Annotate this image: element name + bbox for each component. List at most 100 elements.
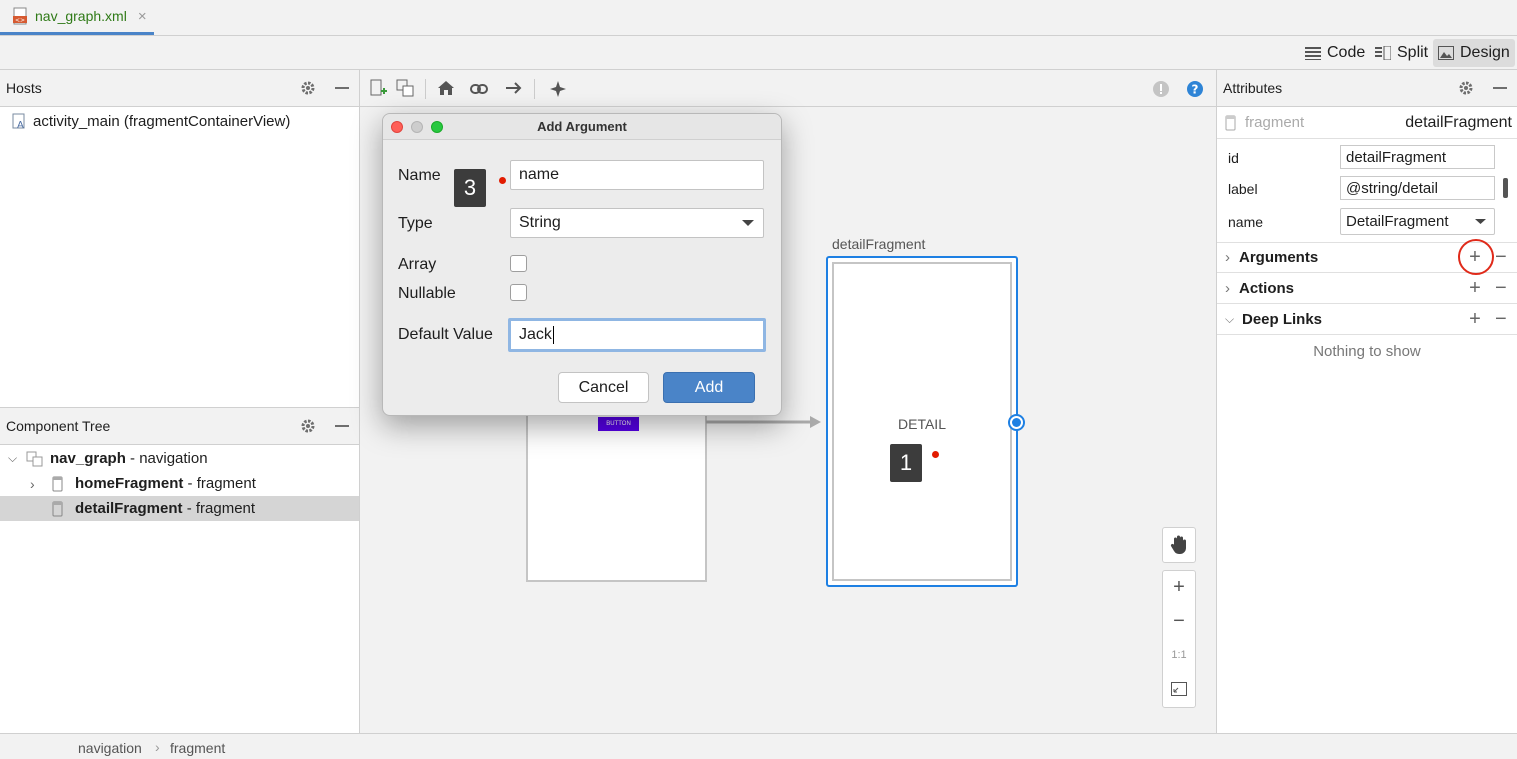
action-handle[interactable] bbox=[1008, 414, 1025, 431]
split-view-icon bbox=[1375, 46, 1391, 60]
chevron-right-icon: › bbox=[1225, 279, 1230, 297]
nullable-label: Nullable bbox=[398, 285, 456, 302]
gear-icon[interactable] bbox=[291, 80, 325, 96]
component-id: detailFragment bbox=[1405, 113, 1512, 131]
type-select[interactable]: String bbox=[510, 208, 764, 238]
toolbar-separator bbox=[534, 79, 535, 99]
chevron-down-icon bbox=[742, 220, 754, 226]
detail-fragment-title: detailFragment bbox=[832, 236, 926, 252]
code-view-icon bbox=[1305, 47, 1321, 60]
chevron-down-icon[interactable]: ⌵ bbox=[8, 451, 26, 466]
chevron-right-icon[interactable]: › bbox=[30, 476, 52, 492]
hosts-panel: Hosts A activity_main (fragmentContainer… bbox=[0, 70, 359, 407]
help-icon[interactable]: ? bbox=[1186, 80, 1204, 102]
warning-icon[interactable] bbox=[1152, 80, 1170, 102]
code-view-button[interactable]: Code bbox=[1300, 39, 1370, 67]
tree-node-name: nav_graph bbox=[50, 450, 126, 467]
auto-arrange-icon[interactable] bbox=[548, 79, 568, 103]
label-label: label bbox=[1228, 181, 1258, 197]
section-arguments[interactable]: › Arguments + − bbox=[1217, 239, 1517, 275]
design-view-label: Design bbox=[1460, 44, 1510, 61]
layout-file-icon: A bbox=[12, 113, 25, 130]
link-icon[interactable] bbox=[470, 82, 488, 99]
remove-argument-icon[interactable]: − bbox=[1495, 246, 1517, 269]
attributes-panel: Attributes fragment detailFragment id de… bbox=[1217, 70, 1517, 733]
add-button[interactable]: Add bbox=[663, 372, 755, 403]
breadcrumb-navigation[interactable]: navigation bbox=[78, 740, 142, 756]
name-input[interactable]: name bbox=[510, 160, 764, 190]
gear-icon[interactable] bbox=[291, 418, 325, 434]
arrow-right-icon[interactable] bbox=[505, 81, 523, 99]
id-label: id bbox=[1228, 150, 1239, 166]
design-view-button[interactable]: Design bbox=[1433, 39, 1515, 67]
tree-row-home-fragment[interactable]: › homeFragment - fragment bbox=[0, 471, 359, 496]
minimize-icon[interactable] bbox=[325, 87, 359, 89]
section-actions[interactable]: › Actions + − bbox=[1217, 273, 1517, 304]
attribute-sections: › Arguments + − › Actions + − ⌵ Deep Lin… bbox=[1217, 239, 1517, 360]
add-argument-dialog: Add Argument Name 3 name Type String Arr… bbox=[382, 113, 782, 416]
id-field[interactable]: detailFragment bbox=[1340, 145, 1495, 169]
default-value-label: Default Value bbox=[398, 326, 493, 343]
zoom-out-icon[interactable]: − bbox=[1163, 605, 1195, 637]
zoom-in-icon[interactable]: + bbox=[1163, 571, 1195, 603]
type-value: String bbox=[519, 214, 561, 231]
zoom-to-fit-icon[interactable] bbox=[1163, 673, 1195, 705]
close-tab-icon[interactable]: × bbox=[138, 8, 147, 25]
breadcrumb-separator-icon: › bbox=[155, 739, 160, 755]
pan-button[interactable] bbox=[1162, 527, 1196, 563]
hosts-header: Hosts bbox=[0, 70, 359, 107]
minimize-icon[interactable] bbox=[1483, 87, 1517, 89]
component-tree-header: Component Tree bbox=[0, 408, 359, 445]
host-item-label: activity_main (fragmentContainerView) bbox=[33, 113, 291, 130]
component-type: fragment bbox=[1245, 114, 1305, 131]
cancel-button[interactable]: Cancel bbox=[558, 372, 649, 403]
remove-action-icon[interactable]: − bbox=[1495, 277, 1517, 300]
chevron-right-icon: › bbox=[1225, 249, 1230, 266]
remove-deep-link-icon[interactable]: − bbox=[1495, 308, 1517, 331]
home-icon[interactable] bbox=[437, 80, 455, 100]
red-dot bbox=[499, 177, 506, 184]
fragment-icon bbox=[52, 476, 63, 491]
chevron-down-icon bbox=[1475, 219, 1486, 224]
nullable-checkbox[interactable] bbox=[510, 284, 527, 301]
name-label: Name bbox=[398, 167, 441, 184]
detail-fragment-card[interactable]: DETAIL bbox=[826, 256, 1018, 587]
name-dropdown[interactable]: DetailFragment bbox=[1340, 208, 1495, 235]
attributes-title: Attributes bbox=[1223, 80, 1283, 96]
section-label: Actions bbox=[1239, 279, 1295, 297]
tree-row-detail-fragment[interactable]: detailFragment - fragment bbox=[0, 496, 359, 521]
add-argument-icon[interactable]: + bbox=[1458, 239, 1494, 275]
nested-graph-icon[interactable] bbox=[396, 79, 414, 101]
array-checkbox[interactable] bbox=[510, 255, 527, 272]
dialog-title: Add Argument bbox=[537, 119, 627, 134]
split-view-button[interactable]: Split bbox=[1370, 39, 1433, 67]
component-tree-title: Component Tree bbox=[6, 418, 111, 434]
step-marker-3: 3 bbox=[454, 169, 486, 207]
default-value-input[interactable]: Jack bbox=[508, 318, 766, 352]
minimize-icon[interactable] bbox=[325, 425, 359, 427]
attributes-header: Attributes bbox=[1217, 70, 1517, 107]
default-value-text: Jack bbox=[519, 326, 552, 343]
name-value: DetailFragment bbox=[1346, 213, 1449, 230]
section-deep-links[interactable]: ⌵ Deep Links + − bbox=[1217, 304, 1517, 335]
svg-text:?: ? bbox=[1192, 83, 1199, 97]
breadcrumb-fragment[interactable]: fragment bbox=[170, 740, 225, 756]
hand-icon bbox=[1170, 535, 1186, 554]
hosts-title: Hosts bbox=[6, 80, 42, 96]
toolbar-separator bbox=[425, 79, 426, 99]
add-action-icon[interactable]: + bbox=[1461, 277, 1489, 300]
add-deep-link-icon[interactable]: + bbox=[1461, 308, 1489, 331]
file-tab[interactable]: <> nav_graph.xml × bbox=[0, 0, 154, 35]
component-header: fragment detailFragment bbox=[1217, 107, 1517, 139]
scrollbar[interactable] bbox=[1503, 178, 1508, 198]
tree-row-nav-graph[interactable]: ⌵ nav_graph - navigation bbox=[0, 446, 359, 471]
host-item[interactable]: A activity_main (fragmentContainerView) bbox=[0, 109, 359, 134]
label-field[interactable]: @string/detail bbox=[1340, 176, 1495, 200]
breadcrumb: navigation › fragment bbox=[0, 733, 1517, 759]
tree-node-type: - navigation bbox=[125, 450, 208, 467]
gear-icon[interactable] bbox=[1449, 80, 1483, 96]
red-dot bbox=[932, 451, 939, 458]
new-destination-icon[interactable] bbox=[370, 79, 388, 103]
action-arrow[interactable] bbox=[706, 415, 822, 429]
actual-size-button[interactable]: 1:1 bbox=[1163, 639, 1195, 671]
